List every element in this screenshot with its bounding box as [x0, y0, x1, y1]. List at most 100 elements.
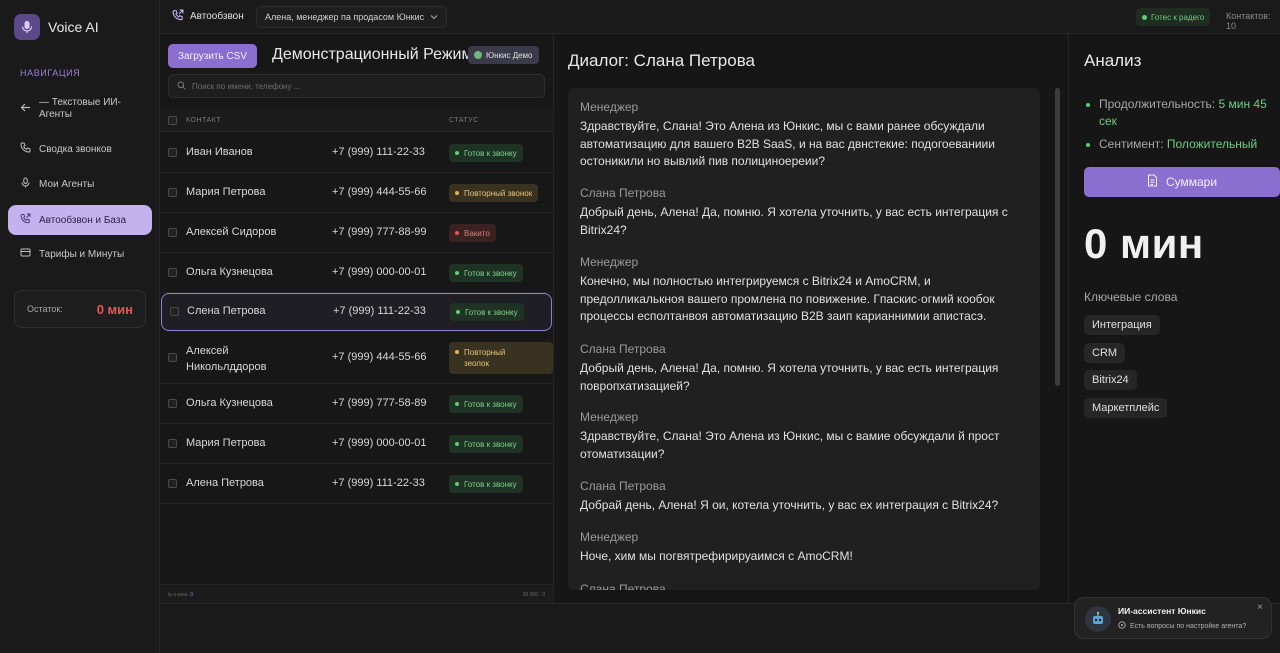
message-speaker: Слана Петрова: [580, 479, 666, 493]
status-badge: Готов к звонку: [449, 435, 523, 453]
sidebar-item-label: Мои Агенты: [39, 178, 95, 190]
message: Слана Петрова: [580, 581, 1020, 590]
transcript[interactable]: Менеджер Здравствуйте, Слана! Это Алена …: [568, 88, 1040, 590]
table-row[interactable]: Алексей Сидоров +7 (999) 777-88-99 Вакит…: [160, 213, 553, 253]
message-speaker: Менеджер: [580, 410, 639, 424]
message-text: Добрый день, Алена! Да, помню. Я хотела …: [580, 361, 999, 393]
topbar: Автообзвон Алена, менеджер па продасом Ю…: [160, 0, 1280, 34]
microphone-icon: [20, 177, 31, 191]
contact-name: Мария Петрова: [186, 437, 266, 449]
contact-name: Алена Петрова: [186, 477, 264, 489]
status-text: Готов к звонку: [464, 439, 517, 449]
arrow-left-icon: [20, 102, 31, 117]
row-checkbox[interactable]: [168, 148, 177, 157]
message-speaker: Слана Петрова: [580, 582, 666, 590]
contacts-panel: Загрузить CSV Демонстрационный Режим Юнк…: [160, 34, 554, 603]
contact-name: Ольга Кузнецова: [186, 266, 273, 278]
sidebar: Voice AI НАВИГАЦИЯ — Текстовые ИИ-Агенты…: [0, 0, 160, 653]
status-dot-icon: [455, 402, 459, 406]
robot-avatar-icon: [1085, 606, 1111, 632]
select-all-checkbox[interactable]: [168, 116, 177, 125]
message-text: Добрый день, Алена! Да, помню. Я хотела …: [580, 205, 1008, 237]
contact-phone: +7 (999) 111-22-33: [332, 146, 425, 158]
table-row[interactable]: Мария Петрова +7 (999) 000-00-01 Готов к…: [160, 424, 553, 464]
header-contact: КОНТАКТ: [186, 117, 222, 124]
table-row[interactable]: Алена Петрова +7 (999) 111-22-33 Готов к…: [160, 464, 553, 504]
agent-select[interactable]: Алена, менеджер па продасом Юнкис: [256, 6, 448, 28]
topbar-title-text: Автообзвон: [190, 11, 244, 22]
message-speaker: Слана Петрова: [580, 342, 666, 356]
status-badge: Повторный зеолок: [449, 342, 553, 374]
upload-csv-button[interactable]: Загрузить CSV: [168, 44, 257, 68]
close-icon[interactable]: ×: [1257, 602, 1263, 613]
row-checkbox[interactable]: [168, 228, 177, 237]
table-row[interactable]: Ольга Кузнецова +7 (999) 000-00-01 Готов…: [160, 253, 553, 293]
status-badge: Готес к радего: [1136, 8, 1211, 26]
message: Слана Петрова Добрый день, Алена! Да, по…: [580, 341, 1020, 395]
message-speaker: Менеджер: [580, 530, 639, 544]
message: Менеджер Здравствуйте, Слана! Это Алена …: [580, 99, 1020, 171]
status-dot-icon: [455, 191, 459, 195]
status-dot-icon: [455, 151, 459, 155]
contact-phone: +7 (999) 444-55-66: [332, 186, 427, 198]
mode-title: Демонстрационный Режим: [272, 46, 473, 63]
sidebar-item-text-agents[interactable]: — Текстовые ИИ-Агенты: [8, 96, 152, 122]
assistant-widget[interactable]: ИИ-ассистент Юнкис Есть вопросы по настр…: [1074, 597, 1272, 639]
dialog-title: Диалог: Слана Петрова: [568, 51, 755, 70]
row-checkbox[interactable]: [168, 268, 177, 277]
table-row[interactable]: Мария Петрова +7 (999) 444-55-66 Повторн…: [160, 173, 553, 213]
analysis-title: Анализ: [1084, 51, 1142, 70]
sidebar-item-my-agents[interactable]: Мои Агенты: [8, 173, 152, 195]
row-checkbox[interactable]: [170, 307, 179, 316]
message-speaker: Менеджер: [580, 255, 639, 269]
status-dot-icon: [1142, 14, 1147, 20]
phone-icon: [20, 142, 31, 156]
keyword-tag[interactable]: CRM: [1084, 343, 1126, 363]
row-checkbox[interactable]: [168, 439, 177, 448]
keyword-tag[interactable]: Маркетплейс: [1084, 398, 1168, 418]
sidebar-item-autodial[interactable]: Автообзвон и База: [8, 205, 152, 235]
table-row[interactable]: Иван Иванов +7 (999) 111-22-33 Готов к з…: [160, 133, 553, 173]
card-icon: [20, 247, 31, 261]
footer-right: 00.006 : 0: [522, 592, 545, 598]
table-footer: ty-o-peiu: 0 00.006 : 0: [160, 584, 553, 603]
status-badge: Готов к звонку: [449, 264, 523, 282]
transcript-scrollbar[interactable]: [1055, 88, 1060, 386]
table-row[interactable]: Ольга Кузнецова +7 (999) 777-58-89 Готов…: [160, 384, 553, 424]
status-text: Готов к звонку: [464, 479, 517, 489]
sidebar-item-label: Тарифы и Минуты: [39, 248, 125, 260]
analysis-panel: Анализ Продолжительность: 5 мин 45 сек С…: [1070, 34, 1280, 603]
status-badge: Готов к звонку: [450, 303, 524, 321]
message-text: Добрай день, Алена! Я ои, котела уточнит…: [580, 498, 999, 512]
row-checkbox[interactable]: [168, 479, 177, 488]
table-row-selected[interactable]: Слена Петрова +7 (999) 111-22-33 Готов к…: [161, 293, 552, 331]
status-badge: Готов к звонку: [449, 144, 523, 162]
status-dot-icon: [455, 442, 459, 446]
search-input[interactable]: [192, 81, 532, 91]
brand[interactable]: Voice AI: [14, 14, 99, 40]
message-speaker: Слана Петрова: [580, 186, 666, 200]
sidebar-item-calls-summary[interactable]: Сводка звонков: [8, 138, 152, 160]
keyword-tag[interactable]: Bitrix24: [1084, 370, 1137, 390]
sidebar-item-tariffs[interactable]: Тарифы и Минуты: [8, 243, 152, 265]
microphone-logo-icon: [14, 14, 40, 40]
chevron-down-icon: [430, 12, 438, 22]
contact-phone: +7 (999) 111-22-33: [332, 477, 425, 489]
balance-value: 0 мин: [96, 301, 133, 317]
status-dot-icon: [456, 310, 460, 314]
contact-name: Слена Петрова: [187, 305, 266, 317]
row-checkbox[interactable]: [168, 353, 177, 362]
row-checkbox[interactable]: [168, 188, 177, 197]
status-text: Повторный зеолок: [464, 348, 506, 368]
footer-left-label: ty-o-peiu:: [168, 592, 189, 598]
message-text: Здравствуйте, Слана! Это Алена из Юнкис,…: [580, 429, 1000, 461]
keyword-tag[interactable]: Интеграция: [1084, 315, 1160, 335]
status-text: Готов к звонку: [464, 268, 517, 278]
summary-button[interactable]: Суммари: [1084, 167, 1280, 197]
message: Слана Петрова Добрай день, Алена! Я ои, …: [580, 478, 1020, 515]
table-row[interactable]: Алексей Никольлддоров +7 (999) 444-55-66…: [160, 334, 553, 384]
message-speaker: Менеджер: [580, 100, 639, 114]
brand-name: Voice AI: [48, 19, 99, 35]
row-checkbox[interactable]: [168, 399, 177, 408]
status-dot-icon: [455, 482, 459, 486]
